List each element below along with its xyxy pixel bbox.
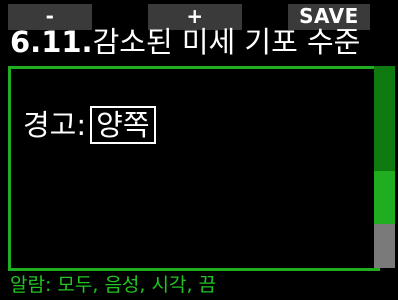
scrollbar-track-dark bbox=[374, 66, 395, 172]
warning-value-selector[interactable]: 양쪽 bbox=[90, 106, 156, 144]
warning-setting-row[interactable]: 경고: 양쪽 bbox=[23, 105, 156, 145]
scrollbar-thumb[interactable] bbox=[374, 223, 395, 268]
warning-label: 경고: bbox=[23, 108, 87, 142]
scrollbar[interactable] bbox=[374, 66, 395, 268]
settings-panel: 경고: 양쪽 bbox=[8, 66, 380, 271]
page-title: 6.11.감소된 미세 기포 수준 bbox=[10, 22, 360, 62]
alarm-options-hint: 알람: 모두, 음성, 시각, 끔 bbox=[10, 274, 216, 296]
menu-number: 6.11. bbox=[10, 25, 93, 59]
menu-title-text: 감소된 미세 기포 수준 bbox=[92, 25, 361, 59]
